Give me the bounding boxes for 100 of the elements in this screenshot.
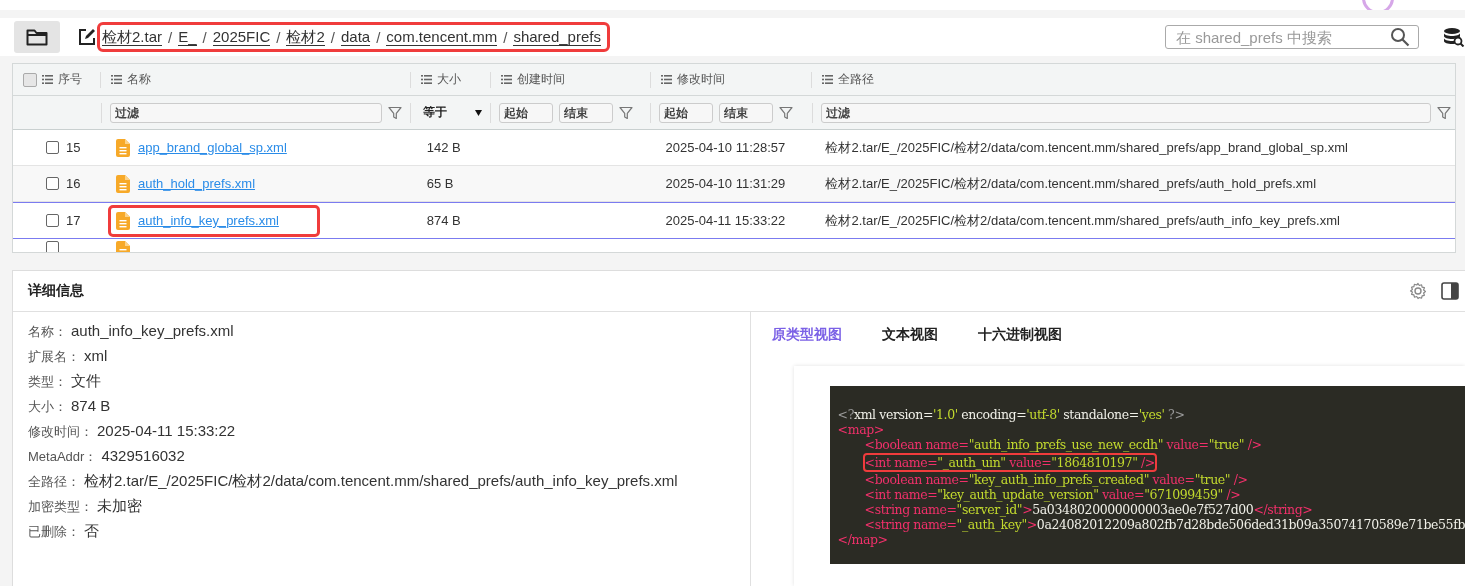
file-link[interactable]: app_brand_global_sp.xml: [137, 140, 287, 155]
list-icon: [500, 75, 512, 84]
table-row[interactable]: 17 auth_info_key_prefs.xml 874 B 2025-04-11 15:33:22 检材2.tar/E_/2025FIC/检材2/data/com.tencent.mm/shared_prefs/auth_info_key_prefs.xml: [13, 202, 1455, 239]
breadcrumb-separator: /: [503, 28, 508, 46]
breadcrumb-separator: /: [330, 28, 335, 46]
column-header[interactable]: 全路径: [838, 71, 875, 88]
modified-time: 2025-04-10 11:28:57: [665, 140, 786, 155]
property-label: 扩展名：: [28, 348, 80, 366]
filter-field[interactable]: 过滤: [109, 102, 382, 123]
breadcrumb-link[interactable]: E_: [178, 28, 197, 46]
operator-dropdown[interactable]: 等于: [419, 104, 483, 121]
folder-button[interactable]: [14, 21, 60, 53]
panel-title: 详细信息: [28, 282, 85, 300]
list-icon: [660, 75, 672, 84]
select-all-checkbox[interactable]: [23, 72, 37, 87]
breadcrumb-link[interactable]: shared_prefs: [513, 28, 601, 46]
property-label: 类型：: [28, 373, 67, 391]
row-checkbox[interactable]: [46, 141, 59, 154]
breadcrumb-separator: /: [376, 28, 381, 46]
row-checkbox[interactable]: [46, 241, 59, 252]
column-header[interactable]: 修改时间: [676, 71, 725, 88]
breadcrumb-link[interactable]: 检材2: [286, 28, 325, 46]
filter-field[interactable]: 起始: [659, 102, 714, 123]
view-tab[interactable]: 文本视图: [881, 326, 938, 344]
property-value: 检材2.tar/E_/2025FIC/检材2/data/com.tencent.mm/shared_prefs/auth_info_key_prefs.xml: [84, 472, 678, 491]
property-value: 文件: [71, 372, 101, 391]
filter-icon[interactable]: [387, 105, 402, 120]
row-number: 16: [66, 176, 81, 191]
list-icon: [420, 75, 432, 84]
property-value: 2025-04-11 15:33:22: [97, 422, 236, 439]
filter-field[interactable]: 结束: [559, 102, 614, 123]
file-icon: [115, 138, 130, 157]
file-size: 874 B: [426, 213, 461, 228]
code-text: <int name=: [864, 455, 938, 470]
caret-icon: [475, 109, 483, 116]
list-icon: [822, 75, 834, 84]
full-path: 检材2.tar/E_/2025FIC/检材2/data/com.tencent.mm/shared_prefs/app_brand_global_sp.xml: [825, 138, 1348, 157]
code-line: <?xml version='1.0' encoding='utf-8' standalone='yes' ?>: [837, 407, 1185, 422]
property-label: 全路径：: [28, 473, 80, 491]
filter-icon[interactable]: [1437, 105, 1451, 120]
column-header[interactable]: 大小: [436, 71, 461, 88]
panel-toggle-icon[interactable]: [1441, 282, 1459, 300]
breadcrumb-separator: /: [202, 28, 207, 46]
row-checkbox[interactable]: [46, 177, 59, 190]
property-label: 修改时间：: [28, 423, 93, 441]
breadcrumb-link[interactable]: 2025FIC: [212, 28, 271, 46]
column-header[interactable]: 创建时间: [516, 71, 565, 88]
filter-field[interactable]: 起始: [499, 102, 554, 123]
view-tab[interactable]: 十六进制视图: [977, 326, 1062, 344]
property-value: 未加密: [97, 497, 142, 516]
filter-field[interactable]: 结束: [719, 102, 774, 123]
code-text: />: [1140, 455, 1155, 470]
code-line: </map>: [837, 532, 888, 547]
modified-time: 2025-04-10 11:31:29: [665, 176, 786, 191]
file-icon: [115, 211, 130, 230]
code-line: <string name="server_id">5a0348020000000003ae0e7f527d00</string>: [864, 502, 1313, 517]
code-line: <boolean name="auth_info_prefs_use_new_ecdh" value="true" />: [864, 437, 1262, 452]
property-label: 加密类型：: [28, 498, 93, 516]
column-header[interactable]: 名称: [126, 71, 151, 88]
database-search-icon[interactable]: [1443, 27, 1465, 47]
full-path: 检材2.tar/E_/2025FIC/检材2/data/com.tencent.mm/shared_prefs/auth_info_key_prefs.xml: [825, 211, 1340, 230]
breadcrumb-link[interactable]: data: [340, 28, 371, 46]
column-header[interactable]: 序号: [58, 71, 82, 88]
property-label: 名称：: [28, 323, 67, 341]
row-number: 17: [66, 213, 81, 228]
list-icon: [42, 75, 53, 84]
property-value: 874 B: [71, 397, 111, 414]
row-checkbox[interactable]: [46, 214, 59, 227]
list-icon: [110, 75, 122, 84]
breadcrumb-link[interactable]: com.tencent.mm: [386, 28, 498, 46]
filter-icon[interactable]: [779, 105, 794, 120]
property-label: 大小：: [28, 398, 67, 416]
code-text: value=: [1008, 455, 1052, 470]
file-size: 65 B: [426, 176, 454, 191]
property-value: 4329516032: [101, 447, 185, 464]
file-link[interactable]: auth_info_key_prefs.xml: [137, 213, 279, 228]
code-text: "_auth_uin": [937, 455, 1006, 470]
property-label: 已删除：: [28, 523, 80, 541]
full-path: 检材2.tar/E_/2025FIC/检材2/data/com.tencent.mm/shared_prefs/auth_hold_prefs.xml: [825, 174, 1317, 193]
view-tab[interactable]: 原类型视图: [771, 326, 842, 344]
code-line: <boolean name="key_auth_info_prefs_created" value="true" />: [864, 472, 1248, 487]
code-line: <int name="key_auth_update_version" value="671099459" />: [864, 487, 1241, 502]
modified-time: 2025-04-11 15:33:22: [665, 213, 786, 228]
breadcrumb-separator: /: [168, 28, 173, 46]
search-field[interactable]: 在 shared_prefs 中搜索: [1165, 25, 1419, 49]
code-line: <string name="_auth_key">0a24082012209a802fb7d28bde506ded31b09a35074170589e71be55fb: [864, 517, 1465, 532]
breadcrumb-link[interactable]: 检材2.tar: [102, 28, 162, 46]
row-number: 15: [66, 140, 81, 155]
filter-field[interactable]: 过滤: [821, 102, 1431, 123]
property-value: 否: [84, 522, 99, 541]
code-text: "1864810197": [1051, 455, 1138, 470]
edit-icon[interactable]: [78, 28, 96, 46]
file-icon: [115, 174, 130, 193]
filter-icon[interactable]: [619, 105, 634, 120]
property-value: auth_info_key_prefs.xml: [71, 322, 234, 339]
property-value: xml: [84, 347, 108, 364]
table-row[interactable]: 16 auth_hold_prefs.xml 65 B 2025-04-10 11:31:29 检材2.tar/E_/2025FIC/检材2/data/com.tencent.mm/shared_prefs/auth_hold_prefs.xml: [13, 166, 1455, 202]
property-label: MetaAddr：: [28, 448, 98, 466]
settings-icon[interactable]: [1409, 282, 1427, 300]
search-icon[interactable]: [1390, 27, 1410, 47]
